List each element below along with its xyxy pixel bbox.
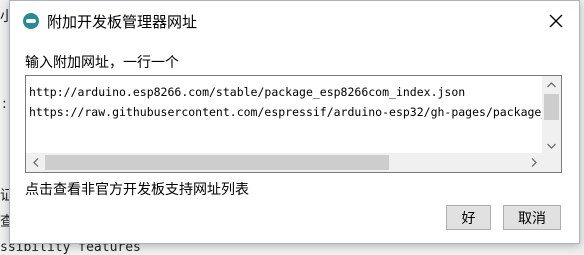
prompt-label: 输入附加网址，一行一个 <box>25 55 179 71</box>
close-icon <box>549 14 563 28</box>
arduino-icon <box>23 13 39 29</box>
cancel-button[interactable]: 取消 <box>503 205 561 230</box>
urls-text-area[interactable]: http://arduino.esp8266.com/stable/packag… <box>26 76 543 154</box>
chevron-right-icon[interactable] <box>524 153 543 172</box>
vertical-scrollbar-thumb[interactable] <box>544 94 559 120</box>
unofficial-boards-list-link[interactable]: 点击查看非官方开发板支持网址列表 <box>25 179 249 199</box>
ok-button[interactable]: 好 <box>446 205 491 230</box>
vertical-scrollbar[interactable] <box>542 76 561 154</box>
title-bar: 附加开发板管理器网址 <box>10 1 579 41</box>
scrollbar-corner <box>542 153 561 172</box>
urls-textarea[interactable]: http://arduino.esp8266.com/stable/packag… <box>25 75 562 173</box>
close-button[interactable] <box>533 1 579 41</box>
chevron-up-icon[interactable] <box>542 76 561 93</box>
boards-manager-urls-dialog: 附加开发板管理器网址 输入附加网址，一行一个 http://arduino.es… <box>9 0 580 244</box>
urls-text[interactable]: http://arduino.esp8266.com/stable/packag… <box>26 76 543 122</box>
horizontal-scrollbar[interactable] <box>26 153 543 172</box>
chevron-down-icon[interactable] <box>542 137 561 154</box>
horizontal-scrollbar-thumb[interactable] <box>45 155 389 170</box>
background-text-fragment: : <box>2 96 7 112</box>
dialog-title: 附加开发板管理器网址 <box>47 13 198 31</box>
chevron-left-icon[interactable] <box>26 153 45 172</box>
